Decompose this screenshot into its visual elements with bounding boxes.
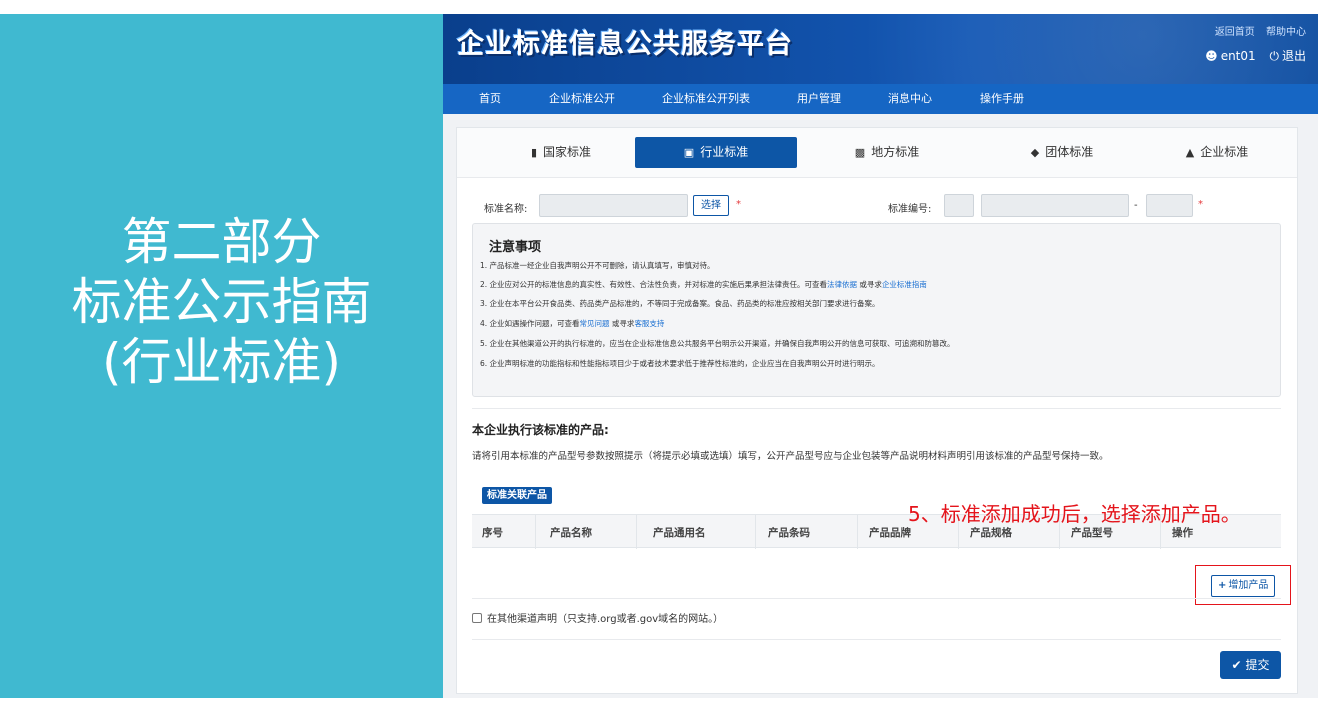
std-no-main-input[interactable]: [981, 194, 1129, 217]
tab-local-label: 地方标准: [871, 145, 920, 159]
std-no-dash: -: [1134, 200, 1138, 211]
submit-button[interactable]: ✔ 提交: [1220, 651, 1281, 679]
tab-industry[interactable]: ▣ 行业标准: [635, 137, 797, 168]
notice-line-2-text: 2. 企业应对公开的标准信息的真实性、有效性、合法性负责，并对标准的实施后果承担…: [480, 280, 828, 289]
site-header: 企业标准信息公共服务平台 返回首页 帮助中心 ☻ ent01 ⏻ 退出: [443, 14, 1318, 84]
legal-basis-link[interactable]: 法律依据: [827, 280, 857, 289]
tab-industry-label: 行业标准: [700, 145, 749, 159]
notice-title: 注意事项: [489, 240, 542, 255]
notice-line-6: 6. 企业声明标准的功能指标和性能指标项目少于或者技术要求低于推荐性标准的，企业…: [480, 359, 880, 368]
top-links: 返回首页 帮助中心: [1207, 23, 1306, 38]
section-title: 第二部分 标准公示指南 (行业标准): [0, 212, 443, 392]
standard-type-tabs: ▮ 国家标准 ▣ 行业标准 ▩ 地方标准 ◆ 团体标准 ▲ 企业标准: [457, 128, 1297, 178]
faq-link[interactable]: 常见问题: [580, 319, 610, 328]
notice-line-2-mid: 或寻求: [857, 280, 882, 289]
std-no-year-input[interactable]: [1146, 194, 1193, 217]
other-channel-label: 在其他渠道声明（只支持.org或者.gov域名的网站。）: [487, 614, 724, 625]
briefcase-icon: ▣: [683, 146, 695, 159]
section-title-line-2: 标准公示指南: [71, 273, 372, 331]
required-mark: *: [736, 199, 741, 210]
col-model: 产品型号: [1071, 527, 1113, 539]
slide: 第二部分 标准公示指南 (行业标准) 企业标准信息公共服务平台 返回首页 帮助中…: [0, 0, 1332, 709]
notice-line-4-mid: 或寻求: [609, 319, 635, 328]
required-mark: *: [1198, 199, 1203, 210]
products-heading: 本企业执行该标准的产品:: [472, 423, 609, 437]
username: ent01: [1220, 49, 1256, 63]
notice-line-1: 1. 产品标准一经企业自我声明公开不可删除，请认真填写，审慎对待。: [480, 261, 715, 270]
section-panel: 第二部分 标准公示指南 (行业标准): [0, 14, 443, 698]
notice-box: 注意事项 1. 产品标准一经企业自我声明公开不可删除，请认真填写，审慎对待。 2…: [472, 223, 1281, 397]
col-product-name: 产品名称: [550, 527, 592, 539]
nav-home[interactable]: 首页: [479, 84, 501, 114]
linked-products-tag: 标准关联产品: [482, 487, 552, 504]
notice-line-4: 4. 企业如遇操作问题，可查看常见问题 或寻求客服支持: [480, 318, 664, 329]
tab-enterprise-label: 企业标准: [1200, 145, 1249, 159]
col-divider: [755, 515, 756, 549]
col-index: 序号: [482, 527, 503, 539]
section-title-line-1: 第二部分: [121, 213, 322, 271]
tab-national-label: 国家标准: [543, 145, 592, 159]
add-product-button[interactable]: + 增加产品: [1211, 575, 1276, 597]
notice-line-2: 2. 企业应对公开的标准信息的真实性、有效性、合法性负责，并对标准的实施后果承担…: [480, 279, 927, 290]
logout-label: 退出: [1281, 49, 1306, 63]
user-menu[interactable]: ☻ ent01: [1205, 49, 1255, 63]
std-name-input[interactable]: [539, 194, 688, 217]
book-icon: ▮: [530, 146, 538, 159]
user-area: ☻ ent01 ⏻ 退出: [1195, 47, 1306, 64]
other-channel-checkbox[interactable]: 在其他渠道声明（只支持.org或者.gov域名的网站。）: [472, 610, 723, 625]
tab-group-label: 团体标准: [1045, 145, 1094, 159]
nav-manual[interactable]: 操作手册: [980, 84, 1024, 114]
help-link[interactable]: 帮助中心: [1266, 27, 1306, 38]
site-logo: 企业标准信息公共服务平台: [457, 29, 793, 60]
app-screenshot: 企业标准信息公共服务平台 返回首页 帮助中心 ☻ ent01 ⏻ 退出 首页 企业标…: [443, 14, 1318, 698]
col-divider: [535, 515, 536, 549]
logout-button[interactable]: ⏻ 退出: [1269, 49, 1306, 63]
power-icon: ⏻: [1269, 49, 1279, 63]
file-icon: ▩: [854, 146, 866, 159]
col-barcode: 产品条码: [768, 527, 810, 539]
home-link[interactable]: 返回首页: [1215, 27, 1255, 38]
notice-line-4-text: 4. 企业如遇操作问题，可查看: [480, 319, 580, 328]
instruction-callout: 5、标准添加成功后，选择添加产品。: [908, 502, 1241, 526]
std-name-label: 标准名称:: [484, 204, 528, 215]
notice-line-3: 3. 企业在本平台公开食品类、药品类产品标准的，不等同于完成备案。食品、药品类的…: [480, 299, 880, 308]
col-divider: [857, 515, 858, 549]
user-icon: ☻: [1205, 49, 1218, 63]
col-spec: 产品规格: [970, 527, 1012, 539]
support-link[interactable]: 客服支持: [634, 319, 664, 328]
tab-enterprise[interactable]: ▲ 企业标准: [1147, 137, 1287, 168]
standard-form-card: ▮ 国家标准 ▣ 行业标准 ▩ 地方标准 ◆ 团体标准 ▲ 企业标准 标准名称: 选择 *…: [456, 127, 1298, 694]
submit-label: 提交: [1245, 658, 1270, 672]
nav-messages[interactable]: 消息中心: [888, 84, 932, 114]
tab-national[interactable]: ▮ 国家标准: [487, 137, 635, 168]
std-no-label: 标准编号:: [888, 204, 932, 215]
divider: [472, 408, 1281, 409]
col-generic-name: 产品通用名: [653, 527, 706, 539]
check-icon: ✔: [1231, 658, 1242, 672]
add-product-label: 增加产品: [1228, 580, 1269, 591]
col-divider: [636, 515, 637, 549]
std-no-prefix-input[interactable]: [944, 194, 974, 217]
nav-std-publish[interactable]: 企业标准公开: [549, 84, 615, 114]
choose-button[interactable]: 选择: [693, 195, 729, 216]
main-nav: 首页 企业标准公开 企业标准公开列表 用户管理 消息中心 操作手册: [443, 84, 1318, 114]
divider: [472, 639, 1281, 640]
section-title-line-3: (行业标准): [101, 333, 341, 391]
products-description: 请将引用本标准的产品型号参数按照提示（将提示必填或选填）填写，公开产品型号应与企…: [472, 451, 1109, 462]
notice-line-5: 5. 企业在其他渠道公开的执行标准的，应当在企业标准信息公共服务平台明示公开渠道…: [480, 339, 955, 348]
col-action: 操作: [1172, 527, 1193, 539]
divider: [472, 598, 1281, 599]
col-brand: 产品品牌: [869, 527, 911, 539]
shield-icon: ◆: [1030, 146, 1040, 159]
nav-user-mgmt[interactable]: 用户管理: [797, 84, 841, 114]
checkbox-box[interactable]: [472, 613, 482, 623]
enterprise-guide-link[interactable]: 企业标准指南: [882, 280, 927, 289]
plus-icon: +: [1218, 580, 1227, 591]
tab-group[interactable]: ◆ 团体标准: [977, 137, 1147, 168]
tab-local[interactable]: ▩ 地方标准: [817, 137, 957, 168]
institution-icon: ▲: [1185, 146, 1195, 159]
nav-std-list[interactable]: 企业标准公开列表: [662, 84, 750, 114]
